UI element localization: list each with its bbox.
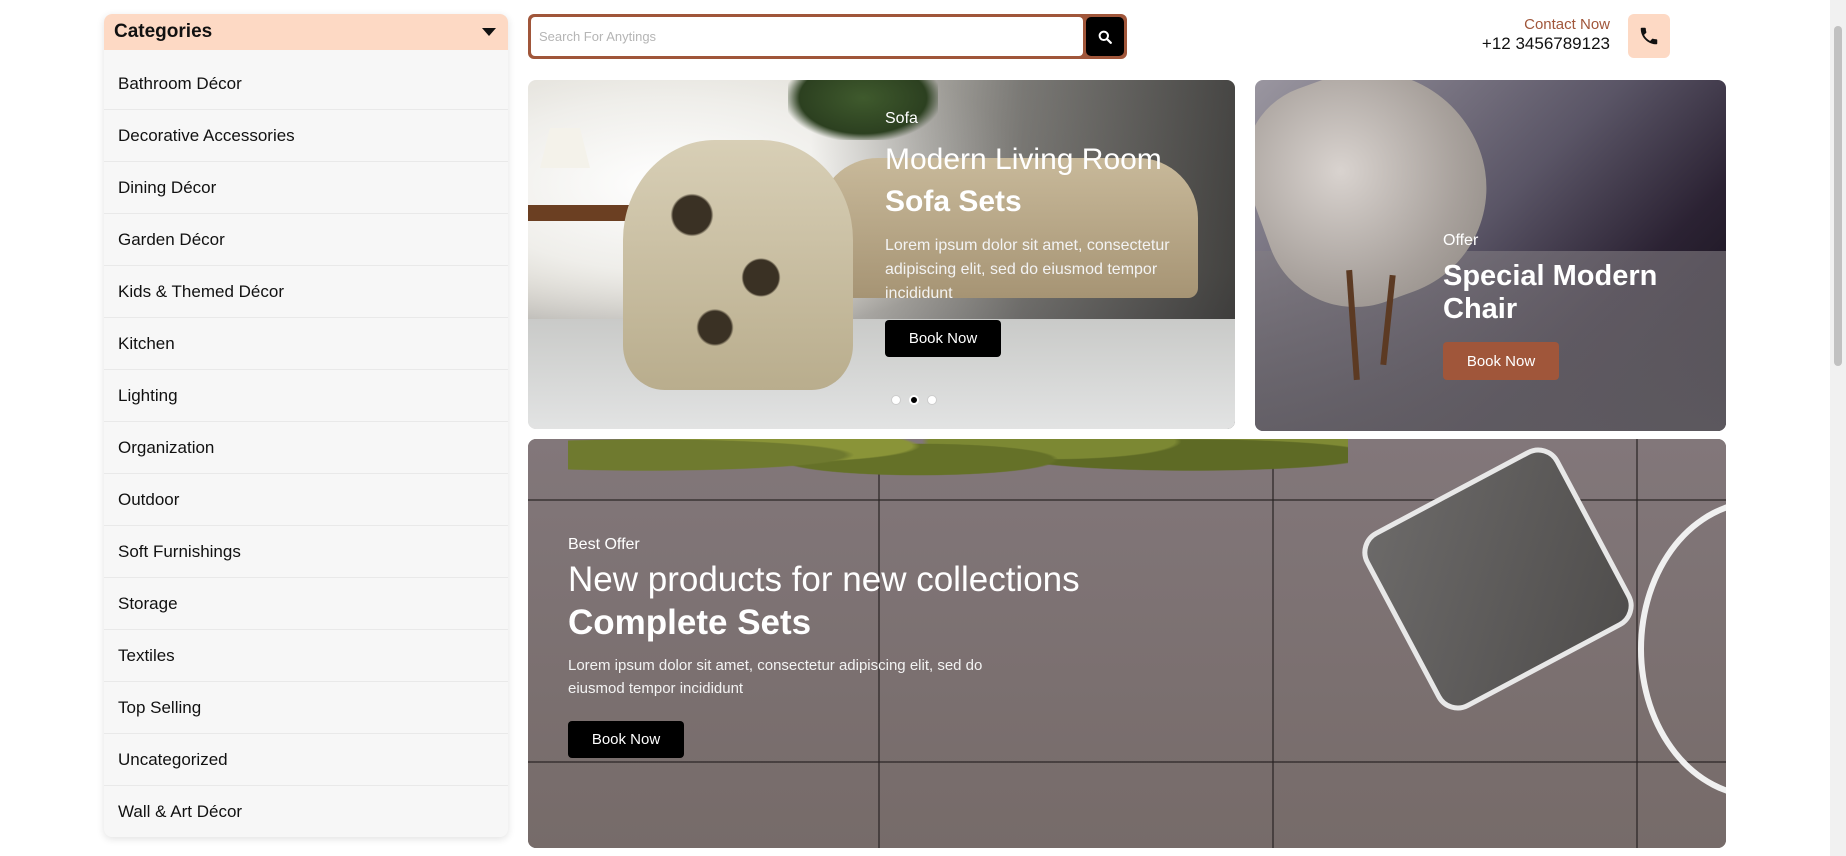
chevron-down-icon[interactable]	[482, 28, 496, 36]
category-item-uncategorized[interactable]: Uncategorized	[104, 734, 508, 786]
search-icon	[1098, 30, 1112, 44]
hero-side-book-now-button[interactable]: Book Now	[1443, 342, 1559, 380]
hero-side-banner: Offer Special Modern Chair Book Now	[1255, 80, 1726, 431]
page-scrollbar[interactable]	[1830, 0, 1846, 856]
hero-side-tag: Offer	[1443, 232, 1479, 249]
category-item-kids-themed-decor[interactable]: Kids & Themed Décor	[104, 266, 508, 318]
hero-side-content: Offer Special Modern Chair Book Now	[1443, 232, 1703, 380]
category-item-organization[interactable]: Organization	[104, 422, 508, 474]
categories-title: Categories	[114, 21, 213, 42]
scrollbar-thumb[interactable]	[1834, 26, 1842, 366]
phone-button[interactable]	[1628, 14, 1670, 58]
carousel-dot-2[interactable]	[909, 395, 919, 405]
contact-block: Contact Now +12 3456789123	[1430, 14, 1670, 58]
hero-main-title: Modern Living Room	[885, 143, 1162, 176]
hero-main-subtitle: Sofa Sets	[885, 185, 1022, 218]
category-item-storage[interactable]: Storage	[104, 578, 508, 630]
hero-bottom-banner: Best Offer New products for new collecti…	[528, 439, 1726, 848]
category-item-garden-decor[interactable]: Garden Décor	[104, 214, 508, 266]
category-item-lighting[interactable]: Lighting	[104, 370, 508, 422]
hero-bottom-content: Best Offer New products for new collecti…	[568, 536, 1168, 758]
contact-label: Contact Now	[1524, 16, 1610, 33]
category-item-decorative-accessories[interactable]: Decorative Accessories	[104, 110, 508, 162]
contact-text: Contact Now +12 3456789123	[1482, 16, 1610, 54]
hero-main-tag: Sofa	[885, 110, 918, 127]
hero-main-content: Sofa Modern Living Room Sofa Sets Lorem …	[885, 110, 1205, 357]
carousel-dot-1[interactable]	[891, 395, 901, 405]
banner-image-armchair	[623, 140, 853, 390]
hero-bottom-book-now-button[interactable]: Book Now	[568, 721, 684, 758]
search-button[interactable]	[1086, 17, 1124, 56]
hero-bottom-title: New products for new collections	[568, 560, 1080, 599]
contact-phone-number[interactable]: +12 3456789123	[1482, 34, 1610, 54]
banner-image-lamp	[540, 128, 590, 168]
search-input[interactable]	[531, 17, 1083, 56]
category-item-soft-furnishings[interactable]: Soft Furnishings	[104, 526, 508, 578]
hero-bottom-tag: Best Offer	[568, 536, 640, 553]
hero-main-banner: Sofa Modern Living Room Sofa Sets Lorem …	[528, 80, 1235, 429]
banner-image-leaves	[568, 439, 1348, 509]
categories-header[interactable]: Categories	[104, 14, 508, 50]
hero-side-title: Special Modern Chair	[1443, 260, 1658, 325]
carousel-dots	[891, 395, 937, 405]
category-item-dining-decor[interactable]: Dining Décor	[104, 162, 508, 214]
search-bar	[528, 14, 1127, 59]
categories-sidebar: Categories Bathroom Décor Decorative Acc…	[104, 14, 508, 837]
carousel-dot-3[interactable]	[927, 395, 937, 405]
phone-icon	[1640, 27, 1658, 45]
category-item-kitchen[interactable]: Kitchen	[104, 318, 508, 370]
banner-image-side-table	[528, 205, 638, 221]
hero-main-book-now-button[interactable]: Book Now	[885, 320, 1001, 357]
category-item-top-selling[interactable]: Top Selling	[104, 682, 508, 734]
category-item-outdoor[interactable]: Outdoor	[104, 474, 508, 526]
hero-bottom-description: Lorem ipsum dolor sit amet, consectetur …	[568, 657, 983, 697]
hero-main-description: Lorem ipsum dolor sit amet, consectetur …	[885, 237, 1170, 302]
category-item-textiles[interactable]: Textiles	[104, 630, 508, 682]
category-list: Bathroom Décor Decorative Accessories Di…	[104, 50, 508, 837]
category-item-bathroom-decor[interactable]: Bathroom Décor	[104, 58, 508, 110]
category-item-wall-art-decor[interactable]: Wall & Art Décor	[104, 786, 508, 837]
hero-bottom-subtitle: Complete Sets	[568, 603, 812, 642]
